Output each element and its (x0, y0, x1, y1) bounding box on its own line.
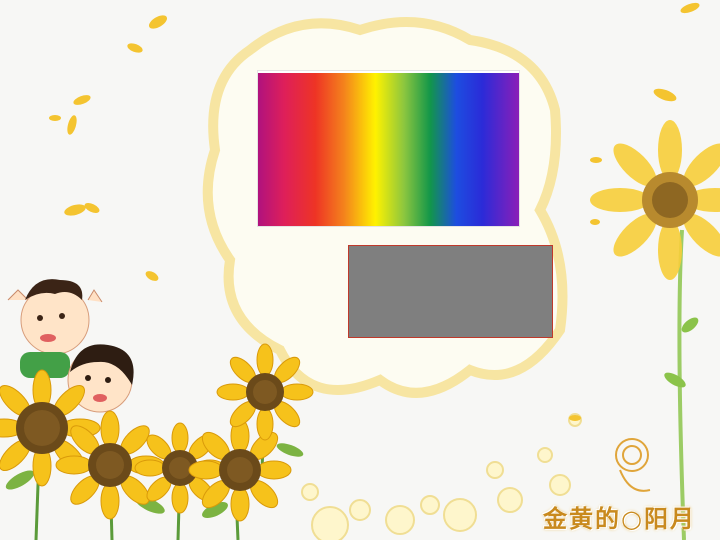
slide: 金黄的○阳月 (0, 0, 720, 540)
brand-logo-text: 金黄的○阳月 (543, 504, 696, 533)
bubbles (301, 413, 582, 540)
sunflower-icon (590, 120, 720, 540)
gray-panel (348, 245, 553, 338)
color-spectrum (258, 71, 519, 226)
swirl-icon (615, 438, 651, 492)
